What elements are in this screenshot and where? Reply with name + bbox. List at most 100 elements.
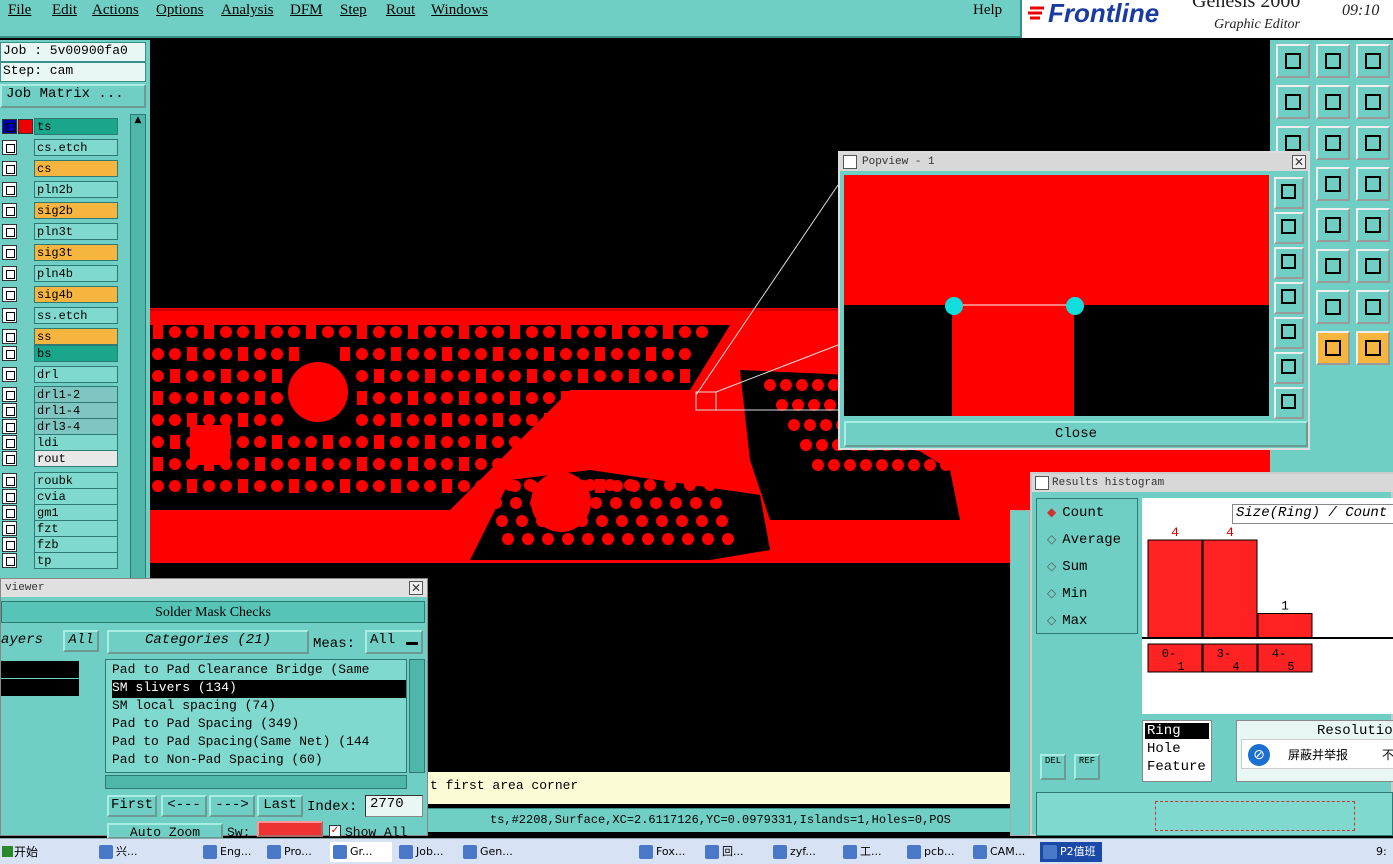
layer-checkbox[interactable]: [2, 182, 17, 197]
layer-row-pln3t[interactable]: pln3t: [0, 223, 120, 240]
taskbar-item[interactable]: Fox...: [636, 842, 698, 862]
layer-checkbox[interactable]: [2, 473, 17, 488]
category-item[interactable]: SM local spacing (74): [112, 698, 406, 716]
menu-options[interactable]: Options: [156, 2, 204, 19]
category-item[interactable]: Pad to Pad Spacing(Same Net) (144: [112, 734, 406, 752]
layer-checkbox[interactable]: [2, 419, 17, 434]
menu-actions[interactable]: Actions: [92, 2, 139, 19]
layer-row-sig3t[interactable]: sig3t: [0, 244, 120, 261]
layer-row-pln2b[interactable]: pln2b: [0, 181, 120, 198]
del-button[interactable]: DEL: [1040, 754, 1066, 780]
layer-checkbox[interactable]: [2, 346, 17, 361]
layer-row-cs-etch[interactable]: cs.etch: [0, 139, 120, 156]
taskbar-item[interactable]: Eng...: [200, 842, 262, 862]
prev-button[interactable]: <---: [161, 795, 207, 817]
layer-row-ss-etch[interactable]: ss.etch: [0, 307, 120, 324]
ruler-icon[interactable]: [1316, 208, 1350, 242]
popview-close-button[interactable]: Close: [844, 421, 1308, 447]
pan-right-icon[interactable]: [1274, 317, 1304, 349]
delete-feature-icon[interactable]: [1356, 208, 1390, 242]
layer-row-gm1[interactable]: gm1: [0, 504, 120, 521]
measure-item[interactable]: Feature: [1145, 759, 1209, 775]
popview-canvas[interactable]: [844, 175, 1269, 416]
dimension-icon[interactable]: [1316, 290, 1350, 324]
menu-rout[interactable]: Rout: [386, 2, 415, 19]
layer-row-drl1-2[interactable]: drl1-2: [0, 386, 120, 403]
layer-row-roubk[interactable]: roubk: [0, 472, 120, 489]
snap-icon[interactable]: [1356, 167, 1390, 201]
layer-checkbox[interactable]: [2, 521, 17, 536]
menu-step[interactable]: Step: [340, 2, 367, 19]
job-matrix-button[interactable]: Job Matrix ...: [0, 84, 146, 108]
taskbar-item[interactable]: Gen...: [460, 842, 522, 862]
histogram-bar[interactable]: [1147, 539, 1203, 639]
layer-row-ldi[interactable]: ldi: [0, 434, 120, 451]
category-item[interactable]: SM slivers (134): [112, 680, 406, 698]
layer-checkbox[interactable]: [2, 245, 17, 260]
layer-checkbox[interactable]: [2, 308, 17, 323]
layer-entry[interactable]: [1, 661, 79, 678]
menu-edit[interactable]: Edit: [52, 2, 77, 19]
layer-row-fzb[interactable]: fzb: [0, 536, 120, 553]
layer-checkbox[interactable]: [2, 161, 17, 176]
menu-windows[interactable]: Windows: [431, 2, 488, 19]
viewer-close-icon[interactable]: ✕: [409, 581, 423, 595]
taskbar-item[interactable]: Job...: [396, 842, 458, 862]
center-icon[interactable]: [1274, 387, 1304, 419]
menu-dfm[interactable]: DFM: [290, 2, 323, 19]
notification-popup[interactable]: ⊘ 屏蔽并举报 不: [1241, 739, 1393, 769]
pan-right-icon[interactable]: [1316, 85, 1350, 119]
layer-entry[interactable]: [1, 679, 79, 696]
layer-checkbox[interactable]: [2, 119, 17, 134]
category-item[interactable]: Pad to Pad Spacing (349): [112, 716, 406, 734]
taskbar-item[interactable]: P2值班: [1040, 842, 1102, 862]
layer-scrollbar[interactable]: ▲: [130, 114, 146, 580]
layer-checkbox[interactable]: [2, 203, 17, 218]
measure-item[interactable]: Hole: [1145, 741, 1209, 757]
layer-checkbox[interactable]: [2, 287, 17, 302]
histogram-bar[interactable]: [1202, 539, 1258, 639]
histogram-bar[interactable]: [1257, 613, 1313, 639]
line-icon[interactable]: [1316, 249, 1350, 283]
layer-checkbox[interactable]: [2, 266, 17, 281]
zoom-fit-icon[interactable]: [1356, 44, 1390, 78]
radio-max[interactable]: Max: [1047, 613, 1087, 629]
measure-item[interactable]: Ring: [1145, 723, 1209, 739]
start-button[interactable]: 开始: [0, 841, 44, 863]
zoom-fit-icon[interactable]: [1274, 352, 1304, 384]
zoom-center-icon[interactable]: [1316, 126, 1350, 160]
layer-checkbox[interactable]: [2, 451, 17, 466]
radio-count[interactable]: Count: [1047, 505, 1104, 521]
close-icon[interactable]: ✕: [1292, 155, 1306, 169]
layer-row-sig2b[interactable]: sig2b: [0, 202, 120, 219]
layer-row-tp[interactable]: tp: [0, 552, 120, 569]
menu-file[interactable]: File: [8, 2, 31, 19]
select-icon[interactable]: [1316, 331, 1350, 365]
radio-average[interactable]: Average: [1047, 532, 1121, 548]
taskbar-item[interactable]: 兴...: [96, 842, 158, 862]
ref-button[interactable]: REF: [1074, 754, 1100, 780]
scale-icon[interactable]: [1356, 126, 1390, 160]
layer-checkbox[interactable]: [2, 553, 17, 568]
auto-zoom-button[interactable]: Auto Zoom: [107, 823, 223, 839]
layer-row-drl1-4[interactable]: drl1-4: [0, 402, 120, 419]
layer-row-cs[interactable]: cs: [0, 160, 120, 177]
layer-checkbox[interactable]: [2, 435, 17, 450]
layer-row-drl3-4[interactable]: drl3-4: [0, 418, 120, 435]
layer-row-ss[interactable]: ss: [0, 328, 120, 345]
first-button[interactable]: First: [107, 795, 157, 817]
taskbar-item[interactable]: CAM...: [970, 842, 1032, 862]
arc-icon[interactable]: [1356, 290, 1390, 324]
layer-checkbox[interactable]: [2, 505, 17, 520]
layer-row-ts[interactable]: ts: [0, 118, 120, 135]
show-all-checkbox[interactable]: ✓: [329, 825, 341, 837]
layer-row-sig4b[interactable]: sig4b: [0, 286, 120, 303]
zoom-home-icon[interactable]: [1274, 212, 1304, 244]
radio-min[interactable]: Min: [1047, 586, 1087, 602]
zoom-out-icon[interactable]: [1316, 44, 1350, 78]
category-item[interactable]: Pad to Pad Clearance Bridge (Same: [112, 662, 406, 680]
layer-row-fzt[interactable]: fzt: [0, 520, 120, 537]
taskbar-item[interactable]: Gr...: [330, 842, 392, 862]
layer-checkbox[interactable]: [2, 140, 17, 155]
menu-analysis[interactable]: Analysis: [221, 2, 274, 19]
